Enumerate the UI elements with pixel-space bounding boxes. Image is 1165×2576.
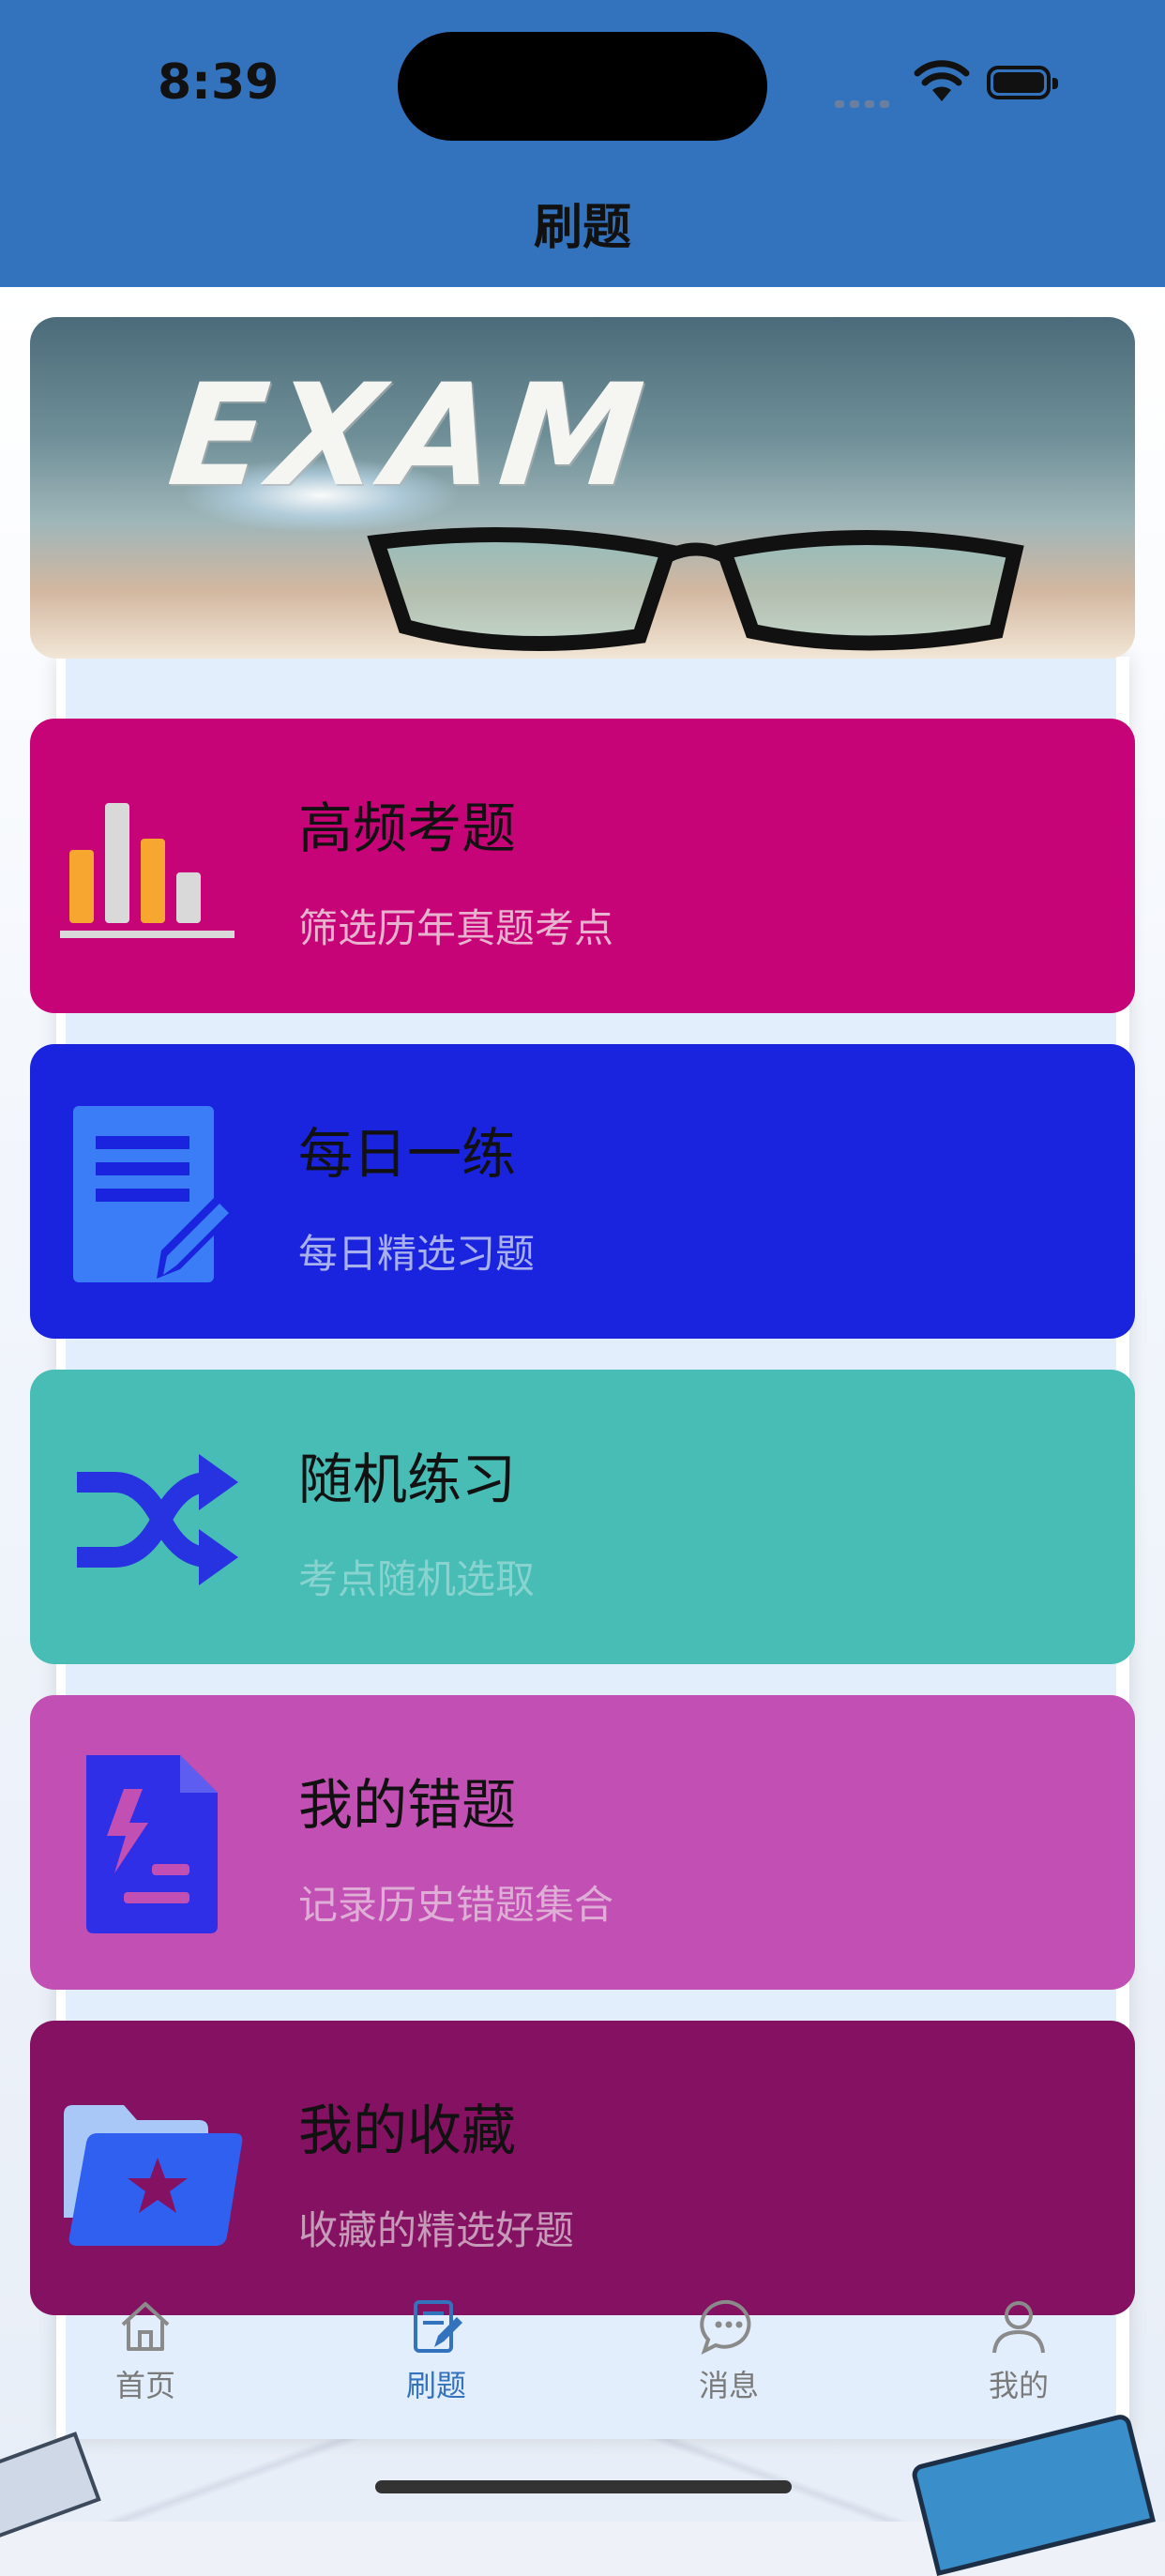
card-daily-practice[interactable]: 每日一练 每日精选习题: [30, 1044, 1135, 1339]
cellular-signal-icon: [835, 94, 895, 112]
tab-home[interactable]: 首页: [52, 2289, 239, 2405]
message-icon: [700, 2299, 751, 2355]
tab-label: 消息: [698, 2368, 759, 2403]
bottom-tab-bar: 首页 刷题 消息 我的: [0, 2289, 1165, 2439]
profile-icon: [992, 2301, 1045, 2354]
tab-label: 首页: [114, 2368, 175, 2403]
status-time: 8:39: [158, 54, 280, 111]
star-folder-icon: [64, 2105, 243, 2246]
wifi-icon: [914, 60, 970, 101]
document-edit-icon: [73, 1106, 236, 1282]
error-file-icon: [86, 1755, 218, 1933]
card-subtitle: 记录历史错题集合: [298, 1882, 614, 1928]
card-my-favorites[interactable]: 我的收藏 收藏的精选好题: [30, 2021, 1135, 2315]
tab-label: 刷题: [405, 2368, 466, 2403]
battery-icon: [987, 66, 1058, 99]
page-title: 刷题: [533, 200, 631, 256]
card-my-mistakes[interactable]: 我的错题 记录历史错题集合: [30, 1695, 1135, 1990]
card-title: 高频考题: [298, 796, 517, 860]
card-subtitle: 筛选历年真题考点: [298, 905, 614, 951]
tab-profile[interactable]: 我的: [925, 2289, 1112, 2405]
dynamic-island: [398, 32, 767, 141]
card-subtitle: 收藏的精选好题: [298, 2207, 575, 2253]
card-title: 我的收藏: [298, 2099, 517, 2162]
bar-chart-icon: [60, 803, 235, 938]
card-high-frequency-questions[interactable]: 高频考题 筛选历年真题考点: [30, 719, 1135, 1013]
banner-exam-text: EXAM: [161, 355, 656, 518]
card-random-practice[interactable]: 随机练习 考点随机选取: [30, 1370, 1135, 1664]
glasses-illustration: [367, 527, 1024, 651]
card-title: 每日一练: [298, 1122, 517, 1186]
tab-practice[interactable]: 刷题: [342, 2289, 530, 2405]
card-title: 随机练习: [298, 1447, 517, 1511]
home-indicator[interactable]: [375, 2480, 792, 2493]
header-bar: 8:39 刷题: [0, 0, 1165, 287]
exam-banner[interactable]: EXAM: [30, 317, 1135, 659]
tab-label: 我的: [988, 2368, 1049, 2403]
card-title: 我的错题: [298, 1773, 517, 1837]
home-icon: [121, 2302, 170, 2351]
card-subtitle: 考点随机选取: [298, 1556, 536, 1602]
card-subtitle: 每日精选习题: [298, 1231, 536, 1277]
tab-messages[interactable]: 消息: [635, 2289, 823, 2405]
practice-icon: [414, 2300, 462, 2353]
shuffle-icon: [77, 1454, 238, 1585]
